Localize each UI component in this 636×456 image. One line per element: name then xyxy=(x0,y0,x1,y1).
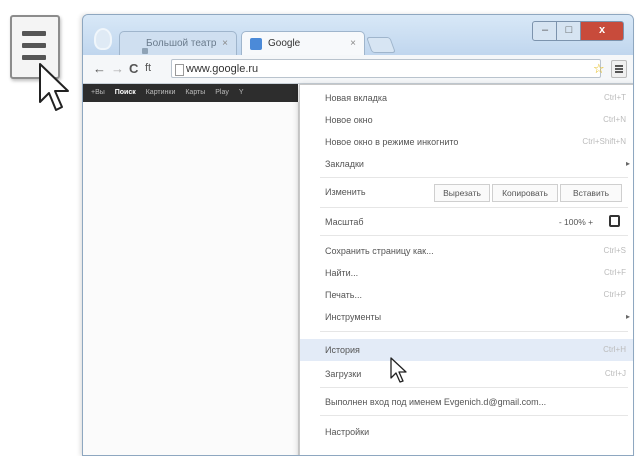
menu-item-tools[interactable]: Инструменты ▸ xyxy=(300,306,633,328)
shortcut: Ctrl+T xyxy=(604,93,626,102)
divider xyxy=(320,235,628,236)
menu-item-label: Сохранить страницу как... xyxy=(325,246,434,256)
browser-window: Большой театр × Google × – □ x ← → C ft … xyxy=(82,14,634,456)
page-icon xyxy=(175,64,184,76)
close-tab-icon[interactable]: × xyxy=(350,32,356,56)
url-text: www.google.ru xyxy=(186,63,259,75)
menu-item-history[interactable]: История Ctrl+H xyxy=(300,339,633,361)
shortcut: Ctrl+J xyxy=(604,369,626,378)
menu-item-label: Изменить xyxy=(325,187,366,197)
shortcut: Ctrl+S xyxy=(603,246,626,255)
fullscreen-icon[interactable] xyxy=(609,215,620,227)
title-bar: Большой театр × Google × – □ x xyxy=(83,15,633,55)
menu-item-settings[interactable]: Настройки xyxy=(300,421,633,443)
chrome-main-menu: Новая вкладка Ctrl+T Новое окно Ctrl+N Н… xyxy=(299,84,633,455)
menu-item-label: Выполнен вход под именем Evgenich.d@gmai… xyxy=(325,397,547,407)
shortcut: Ctrl+F xyxy=(604,268,626,277)
address-bar[interactable]: www.google.ru xyxy=(171,59,601,78)
divider xyxy=(320,207,628,208)
reload-icon[interactable]: C xyxy=(129,61,138,76)
menu-item-signed-in[interactable]: Выполнен вход под именем Evgenich.d@gmai… xyxy=(300,391,633,413)
google-bar-item[interactable]: Карты xyxy=(185,89,205,96)
menu-item-label: Новое окно xyxy=(325,115,373,125)
close-tab-icon[interactable]: × xyxy=(222,32,228,56)
menu-item-zoom: Масштаб - 100% + xyxy=(300,211,633,233)
menu-item-label: Новая вкладка xyxy=(325,93,388,103)
new-tab-button[interactable] xyxy=(366,37,396,53)
bookmark-star-icon[interactable]: ☆ xyxy=(593,61,605,77)
menu-item-label: Настройки xyxy=(325,427,370,437)
cut-button[interactable]: Вырезать xyxy=(434,184,490,202)
menu-item-bookmarks[interactable]: Закладки ▸ xyxy=(300,153,633,175)
menu-item-new-window[interactable]: Новое окно Ctrl+N xyxy=(300,109,633,131)
chrome-menu-button[interactable] xyxy=(611,60,627,78)
maximize-button[interactable]: □ xyxy=(556,21,582,41)
paste-button[interactable]: Вставить xyxy=(560,184,622,202)
menu-item-label: Масштаб xyxy=(325,217,364,227)
google-bar-item[interactable]: Y xyxy=(239,89,244,96)
close-window-button[interactable]: x xyxy=(580,21,624,41)
hamburger-bar-icon xyxy=(22,31,46,36)
tab-label: Большой театр xyxy=(146,38,217,49)
forward-icon[interactable]: → xyxy=(111,61,124,76)
menu-item-label: История xyxy=(325,345,360,355)
shortcut: Ctrl+P xyxy=(603,290,626,299)
divider xyxy=(320,331,628,332)
menu-item-label: Найти... xyxy=(325,268,359,278)
divider xyxy=(320,387,628,388)
mouse-cursor-icon xyxy=(39,63,69,111)
google-bar-item[interactable]: Картинки xyxy=(146,89,176,96)
menu-item-find[interactable]: Найти... Ctrl+F xyxy=(300,262,633,284)
menu-item-edit: Изменить Вырезать Копировать Вставить xyxy=(300,181,633,205)
submenu-arrow-icon: ▸ xyxy=(625,159,630,168)
page-blank-area xyxy=(83,102,299,455)
menu-item-save-page[interactable]: Сохранить страницу как... Ctrl+S xyxy=(300,240,633,262)
menu-item-downloads[interactable]: Загрузки Ctrl+J xyxy=(300,363,633,385)
shortcut: Ctrl+Shift+N xyxy=(582,137,626,146)
google-bar-item[interactable]: +Вы xyxy=(91,89,105,96)
tab-google[interactable]: Google × xyxy=(241,31,365,55)
google-top-bar: +Вы Поиск Картинки Карты Play Y xyxy=(83,84,298,102)
hamburger-bar-icon xyxy=(22,43,46,48)
google-favicon-icon xyxy=(250,38,262,50)
theatre-favicon-icon xyxy=(128,38,148,54)
menu-item-new-tab[interactable]: Новая вкладка Ctrl+T xyxy=(300,87,633,109)
zoom-control[interactable]: - 100% + xyxy=(548,214,604,230)
copy-button[interactable]: Копировать xyxy=(492,184,558,202)
menu-item-label: Инструменты xyxy=(325,312,382,322)
google-bar-item[interactable]: Play xyxy=(215,89,229,96)
back-icon[interactable]: ← xyxy=(93,61,106,76)
menu-item-label: Печать... xyxy=(325,290,362,300)
divider xyxy=(320,177,628,178)
hamburger-bar-icon xyxy=(22,55,46,60)
menu-item-label: Новое окно в режиме инкогнито xyxy=(325,137,459,147)
menu-item-label: Загрузки xyxy=(325,369,362,379)
tab-label: Google xyxy=(268,38,301,49)
navigation-toolbar: ← → C ft www.google.ru ☆ xyxy=(83,55,633,84)
menu-item-label: Закладки xyxy=(325,159,364,169)
mouse-cursor-icon xyxy=(390,357,407,383)
shortcut: Ctrl+H xyxy=(603,345,626,354)
profile-icon[interactable] xyxy=(94,28,112,50)
minimize-button[interactable]: – xyxy=(532,21,558,41)
divider xyxy=(320,415,628,416)
menu-item-print[interactable]: Печать... Ctrl+P xyxy=(300,284,633,306)
google-bar-item-search[interactable]: Поиск xyxy=(115,89,136,96)
menu-item-incognito[interactable]: Новое окно в режиме инкогнито Ctrl+Shift… xyxy=(300,131,633,153)
submenu-arrow-icon: ▸ xyxy=(625,312,630,321)
home-icon[interactable]: ft xyxy=(145,62,151,74)
tab-bolshoi-theatre[interactable]: Большой театр × xyxy=(119,31,237,55)
shortcut: Ctrl+N xyxy=(603,115,626,124)
